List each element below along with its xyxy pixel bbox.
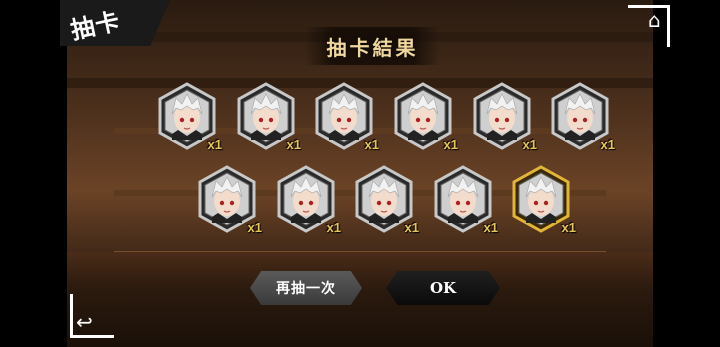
card-result-item[interactable]: x1 — [196, 165, 262, 235]
card-quantity-label: x1 — [443, 137, 458, 152]
right-letterbox — [653, 0, 720, 347]
card-quantity-label: x1 — [483, 220, 498, 235]
card-result-item[interactable]: x1 — [275, 165, 341, 235]
card-result-item[interactable]: x1 — [392, 82, 458, 152]
card-quantity-label: x1 — [286, 137, 301, 152]
card-result-item[interactable]: x1 — [235, 82, 301, 152]
card-quantity-label: x1 — [326, 220, 341, 235]
result-title-banner: 抽卡結果 — [305, 27, 440, 65]
card-result-item[interactable]: x1 — [471, 82, 537, 152]
card-quantity-label: x1 — [207, 137, 222, 152]
back-button[interactable]: ↩ — [70, 294, 118, 340]
ok-button[interactable]: OK — [386, 271, 500, 305]
card-quantity-label: x1 — [404, 220, 419, 235]
card-result-item[interactable]: x1 — [432, 165, 498, 235]
home-icon: ⌂ — [648, 8, 661, 32]
card-quantity-label: x1 — [247, 220, 262, 235]
redraw-button[interactable]: 再抽一次 — [250, 271, 362, 305]
card-quantity-label: x1 — [600, 137, 615, 152]
bar-counter — [67, 252, 653, 347]
home-button[interactable]: ⌂ — [628, 5, 674, 51]
left-letterbox — [0, 0, 67, 347]
page-title: 抽卡結果 — [326, 35, 419, 60]
card-quantity-label: x1 — [364, 137, 379, 152]
card-result-item[interactable]: x1 — [549, 82, 615, 152]
card-result-item[interactable]: x1 — [510, 165, 576, 235]
back-icon: ↩ — [76, 310, 93, 334]
card-quantity-label: x1 — [561, 220, 576, 235]
card-result-item[interactable]: x1 — [156, 82, 222, 152]
card-result-item[interactable]: x1 — [313, 82, 379, 152]
card-quantity-label: x1 — [522, 137, 537, 152]
game-screen: 抽卡 ⌂ ↩ 抽卡結果 x1 x1 x1 x1 x1 x1 x1 x1 x1 x1 x1 再抽一次 … — [0, 0, 720, 347]
card-result-item[interactable]: x1 — [353, 165, 419, 235]
